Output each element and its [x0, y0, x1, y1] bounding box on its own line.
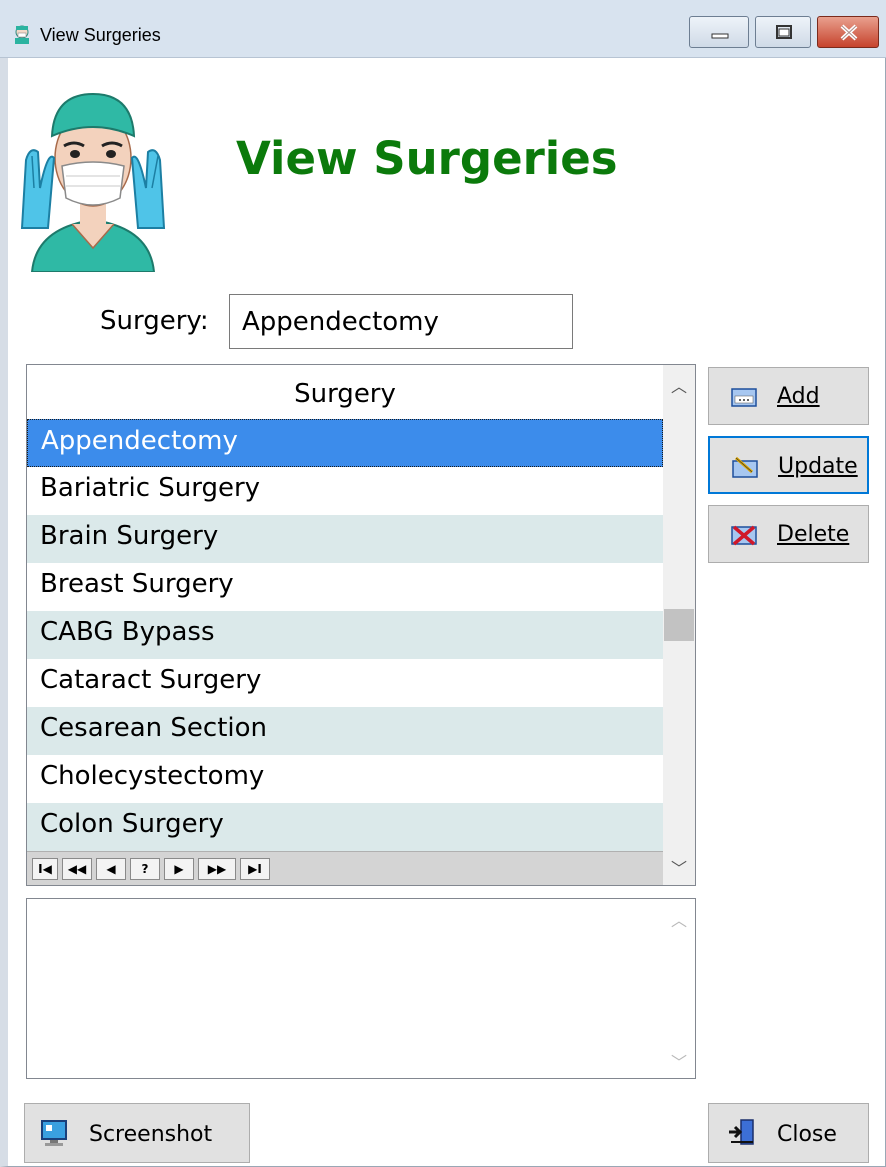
edit-record-icon: [732, 456, 758, 478]
grid-column-header-surgery[interactable]: Surgery: [27, 365, 663, 417]
exit-door-icon: [729, 1119, 754, 1145]
update-button[interactable]: Update: [708, 436, 869, 494]
screenshot-button-label: Screenshot: [89, 1122, 213, 1147]
view-surgeries-window: View Surgeries View Surgeries Surgery: A…: [0, 0, 886, 1167]
delete-record-icon: [731, 525, 757, 546]
delete-button[interactable]: Delete: [708, 505, 869, 563]
grid-row[interactable]: Cholecystectomy: [27, 755, 663, 803]
memo-scroll-down-icon[interactable]: ﹀: [663, 1049, 695, 1073]
nav-next-button[interactable]: ▶: [164, 858, 194, 880]
grid-rows: Appendectomy Bariatric Surgery Brain Sur…: [27, 419, 663, 851]
grid-row[interactable]: Appendectomy: [27, 419, 663, 467]
record-navigator: I◀ ◀◀ ◀ ? ▶ ▶▶ ▶I: [27, 851, 663, 885]
grid-row[interactable]: Breast Surgery: [27, 563, 663, 611]
surgery-field-label: Surgery:: [100, 306, 209, 336]
nav-last-button[interactable]: ▶I: [240, 858, 270, 880]
add-button[interactable]: Add: [708, 367, 869, 425]
nurse-app-icon: [15, 25, 29, 44]
minimize-icon: [711, 33, 729, 39]
scroll-down-arrow-icon[interactable]: ﹀: [663, 855, 695, 885]
nav-prev-button[interactable]: ◀: [96, 858, 126, 880]
update-button-label: Update: [778, 454, 858, 479]
surgeon-nurse-image: [20, 92, 166, 272]
nav-prev-page-button[interactable]: ◀◀: [62, 858, 92, 880]
delete-button-label: Delete: [777, 522, 850, 547]
grid-row[interactable]: Cataract Surgery: [27, 659, 663, 707]
close-window-button[interactable]: [817, 16, 879, 48]
scroll-up-arrow-icon[interactable]: ︿: [663, 373, 695, 403]
grid-vertical-scrollbar[interactable]: ︿ ﹀: [663, 365, 695, 885]
title-bar[interactable]: View Surgeries: [0, 0, 886, 58]
add-record-icon: [731, 388, 757, 407]
scroll-thumb[interactable]: [664, 609, 694, 641]
surgery-input[interactable]: Appendectomy: [229, 294, 573, 349]
nav-next-page-button[interactable]: ▶▶: [198, 858, 236, 880]
surgeries-grid[interactable]: Surgery Appendectomy Bariatric Surgery B…: [26, 364, 696, 886]
window-title: View Surgeries: [40, 25, 161, 45]
restore-icon: [776, 25, 792, 39]
notes-memo[interactable]: ︿ ﹀: [26, 898, 696, 1079]
grid-row[interactable]: Brain Surgery: [27, 515, 663, 563]
close-button[interactable]: Close: [708, 1103, 869, 1163]
grid-row[interactable]: Colon Surgery: [27, 803, 663, 851]
grid-row[interactable]: Cesarean Section: [27, 707, 663, 755]
nav-first-button[interactable]: I◀: [32, 858, 58, 880]
maximize-button[interactable]: [755, 16, 811, 48]
screenshot-button[interactable]: Screenshot: [24, 1103, 250, 1163]
memo-scrollbar[interactable]: ︿ ﹀: [663, 899, 695, 1078]
minimize-button[interactable]: [689, 16, 749, 48]
memo-scroll-up-icon[interactable]: ︿: [663, 907, 695, 931]
add-button-label: Add: [777, 384, 820, 409]
page-title: View Surgeries: [236, 132, 618, 185]
nav-help-button[interactable]: ?: [130, 858, 160, 880]
close-button-label: Close: [777, 1122, 837, 1147]
monitor-icon: [41, 1120, 67, 1146]
close-icon: [840, 24, 858, 41]
grid-row[interactable]: Bariatric Surgery: [27, 467, 663, 515]
grid-row[interactable]: CABG Bypass: [27, 611, 663, 659]
